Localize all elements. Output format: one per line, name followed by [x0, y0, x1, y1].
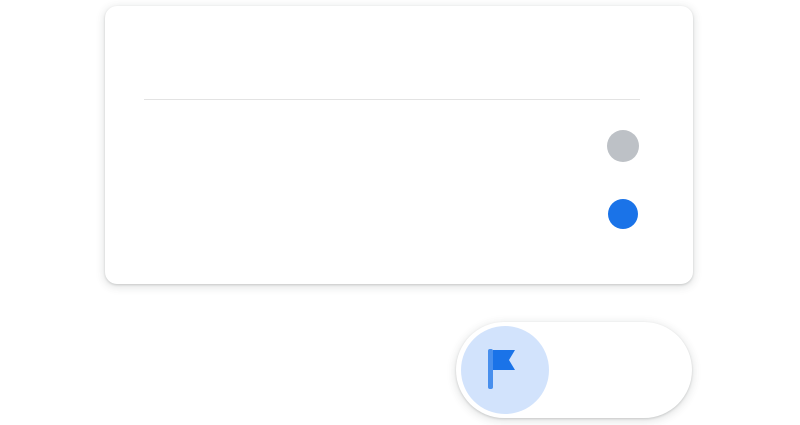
- flag-button[interactable]: [461, 326, 549, 414]
- flag-icon: [488, 349, 515, 389]
- settings-card: [105, 6, 693, 284]
- radio-selected[interactable]: [608, 199, 638, 229]
- divider: [144, 99, 640, 100]
- radio-unselected[interactable]: [607, 130, 639, 162]
- stage: [0, 0, 800, 425]
- flag-chip[interactable]: [456, 322, 692, 418]
